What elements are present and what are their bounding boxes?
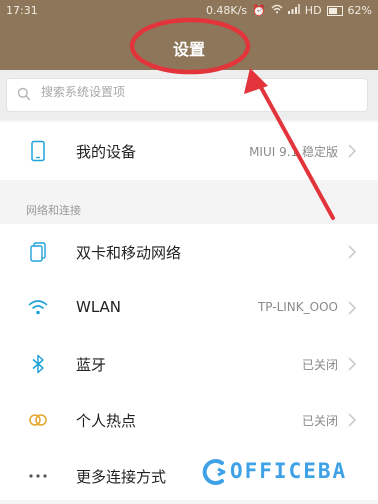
annotation-circle bbox=[129, 17, 251, 75]
annotation-arrow-line bbox=[256, 80, 335, 220]
annotation-overlay bbox=[129, 17, 335, 220]
